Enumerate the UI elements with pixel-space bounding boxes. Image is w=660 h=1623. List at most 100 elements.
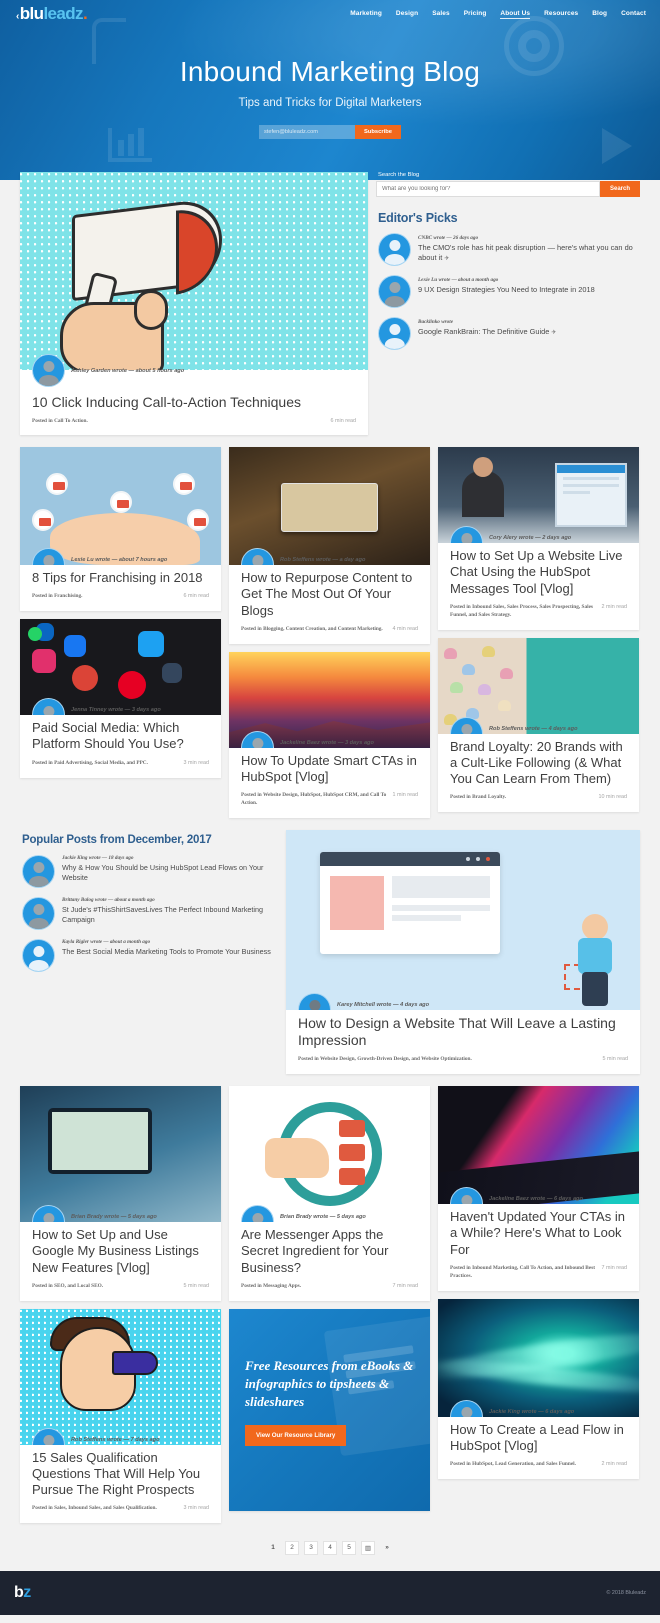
post-posted-in[interactable]: Posted in Blogging, Content Creation, an… [241,626,387,634]
post-read-time: 3 min read [183,759,209,766]
post-posted-in[interactable]: Posted in Sales, Inbound Sales, and Sale… [32,1505,178,1513]
nav-item-design[interactable]: Design [396,10,418,19]
post-posted-in[interactable]: Posted in Messaging Apps. [241,1283,387,1291]
post-card[interactable]: Lexie Lu wrote — about 7 hours ago 8 Tip… [20,447,221,612]
post-card[interactable]: Brian Brady wrote — 5 days ago How to Se… [20,1086,221,1301]
post-card[interactable]: Jackeline Baez wrote — 6 days ago Haven'… [438,1086,639,1291]
post-posted-in[interactable]: Posted in SEO, and Local SEO. [32,1283,178,1291]
post-card[interactable]: Rob Steffens wrote — a day ago How to Re… [229,447,430,644]
pagination-page-2[interactable]: 2 [285,1540,299,1555]
view-resource-library-button[interactable]: View Our Resource Library [245,1424,347,1446]
popular-post-item[interactable]: Brittany Balog wrote — about a month ago… [22,896,278,930]
editors-pick-item[interactable]: CNBC wrote — 26 days ago The CMO's role … [376,233,640,266]
editors-pick-title-text: The CMO's role has hit peak disruption —… [418,243,633,262]
pagination-next-icon[interactable]: » [380,1541,394,1555]
subscribe-button[interactable]: Subscribe [354,125,402,139]
post-title[interactable]: How To Create a Lead Flow in HubSpot [Vl… [450,1422,627,1454]
editors-pick-meta: Lexie Lu wrote — about a month ago [418,277,499,283]
post-title[interactable]: 8 Tips for Franchising in 2018 [32,570,209,586]
popular-post-title[interactable]: The Best Social Media Marketing Tools to… [62,947,271,957]
popular-feature-posted-in[interactable]: Posted in Website Design, Growth-Driven … [298,1056,597,1064]
featured-post-title[interactable]: 10 Click Inducing Call-to-Action Techniq… [32,394,356,411]
popular-post-meta: Kayla Rigler wrote — about a month ago [62,938,151,945]
post-thumbnail [20,1086,221,1223]
post-posted-in[interactable]: Posted in Inbound Marketing, Call To Act… [450,1265,596,1281]
editors-pick-item[interactable]: Backlinko wrote Google RankBrain: The De… [376,317,640,350]
post-thumbnail [286,829,640,1010]
popular-post-item[interactable]: Kayla Rigler wrote — about a month ago T… [22,938,278,972]
post-title[interactable]: Brand Loyalty: 20 Brands with a Cult-Lik… [450,739,627,787]
editors-pick-title-text: Google RankBrain: The Definitive Guide [418,327,550,336]
post-card[interactable]: Jackie King wrote — 6 days ago How To Cr… [438,1298,639,1479]
subscribe-email-input[interactable] [258,125,355,139]
popular-post-title[interactable]: St Jude's #ThisShirtSavesLives The Perfe… [62,905,278,925]
nav-item-sales[interactable]: Sales [432,10,450,19]
post-posted-in[interactable]: Posted in HubSpot, Lead Generation, and … [450,1461,596,1469]
post-posted-in[interactable]: Posted in Website Design, HubSpot, HubSp… [241,792,387,808]
post-byline: Jackie King wrote — 6 days ago [489,1408,575,1415]
pagination-grid-icon[interactable]: ▥ [361,1540,375,1555]
post-thumbnail [438,447,639,544]
editors-pick-title[interactable]: 9 UX Design Strategies You Need to Integ… [418,285,595,295]
post-card[interactable]: Brian Brady wrote — 5 days ago Are Messe… [229,1086,430,1301]
post-read-time: 10 min read [598,793,627,800]
nav-item-pricing[interactable]: Pricing [464,10,487,19]
post-read-time: 7 min read [392,1282,418,1289]
cta-headline: Free Resources from eBooks & infographic… [245,1357,414,1410]
post-title[interactable]: How to Set Up a Website Live Chat Using … [450,548,627,596]
post-title[interactable]: Haven't Updated Your CTAs in a While? He… [450,1209,627,1257]
featured-post-card[interactable]: Ashley Garden wrote — about 5 hours ago … [20,172,368,436]
post-posted-in[interactable]: Posted in Paid Advertising, Social Media… [32,760,178,768]
pagination-page-1[interactable]: 1 [266,1541,280,1555]
post-byline: Lexie Lu wrote — about 7 hours ago [71,557,168,564]
pagination-page-3[interactable]: 3 [304,1540,318,1555]
nav-item-contact[interactable]: Contact [621,10,646,19]
editors-pick-item[interactable]: Lexie Lu wrote — about a month ago 9 UX … [376,275,640,308]
post-title[interactable]: Are Messenger Apps the Secret Ingredient… [241,1227,418,1275]
nav-item-marketing[interactable]: Marketing [350,10,382,19]
post-grid: Lexie Lu wrote — about 7 hours ago 8 Tip… [20,447,640,818]
post-read-time: 7 min read [601,1264,627,1271]
post-posted-in[interactable]: Posted in Franchising. [32,593,178,601]
post-card[interactable]: Cory Alery wrote — 2 days ago How to Set… [438,447,639,630]
editors-pick-title[interactable]: The CMO's role has hit peak disruption —… [418,243,640,263]
avatar [32,354,65,387]
avatar [450,1399,483,1417]
post-card[interactable]: Rob Steffens wrote — 7 days ago 15 Sales… [20,1308,221,1523]
post-posted-in[interactable]: Posted in Brand Loyalty. [450,794,593,802]
popular-feature-title[interactable]: How to Design a Website That Will Leave … [298,1015,628,1050]
post-posted-in[interactable]: Posted in Inbound Sales, Sales Process, … [450,604,596,620]
post-card[interactable]: Jackeline Baez wrote — 3 days ago How To… [229,651,430,818]
nav-item-blog[interactable]: Blog [592,10,607,19]
post-read-time: 6 min read [183,593,209,600]
post-title[interactable]: How to Repurpose Content to Get The Most… [241,570,418,618]
pagination-page-5[interactable]: 5 [342,1540,356,1555]
post-title[interactable]: 15 Sales Qualification Questions That Wi… [32,1450,209,1498]
popular-feature-card[interactable]: Karey Mitchell wrote — 4 days ago How to… [286,829,640,1075]
site-logo[interactable]: ‹ blu leadz. [16,4,88,24]
avatar [22,938,55,972]
popular-post-item[interactable]: Jackie King wrote — 18 days ago Why & Ho… [22,854,278,888]
avatar [32,1205,65,1223]
post-title[interactable]: Paid Social Media: Which Platform Should… [32,720,209,752]
search-button[interactable]: Search [599,181,640,197]
post-card[interactable]: Jenna Tinney wrote — 3 days ago Paid Soc… [20,619,221,778]
post-title[interactable]: How to Set Up and Use Google My Business… [32,1227,209,1275]
footer-logo[interactable]: bz [14,1584,31,1602]
nav-item-about-us[interactable]: About Us [500,10,531,19]
pagination-page-4[interactable]: 4 [323,1540,337,1555]
post-thumbnail [438,1086,639,1205]
resource-library-cta-card[interactable]: Free Resources from eBooks & infographic… [229,1308,430,1511]
editors-pick-title[interactable]: Google RankBrain: The Definitive Guide ✈ [418,327,556,337]
grid-column-1: Lexie Lu wrote — about 7 hours ago 8 Tip… [20,447,221,778]
post-grid-lower: Brian Brady wrote — 5 days ago How to Se… [20,1086,640,1523]
post-thumbnail [229,651,430,748]
featured-posted-in[interactable]: Posted in Call To Action. [32,418,325,426]
post-card[interactable]: Rob Steffens wrote — 4 days ago Brand Lo… [438,637,639,812]
nav-item-resources[interactable]: Resources [544,10,578,19]
search-input[interactable] [376,181,600,197]
post-title[interactable]: How To Update Smart CTAs in HubSpot [Vlo… [241,753,418,785]
popular-post-meta: Jackie King wrote — 18 days ago [62,854,134,861]
grid-column-2-lower: Brian Brady wrote — 5 days ago Are Messe… [229,1086,430,1511]
popular-post-title[interactable]: Why & How You Should be Using HubSpot Le… [62,863,278,883]
